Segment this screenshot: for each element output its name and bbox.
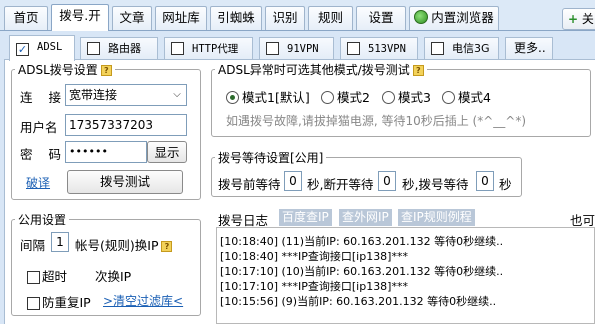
mode4-label: 模式4 [458, 90, 491, 105]
password-label: 密 码 [20, 147, 67, 162]
interval-suffix-text: 帐号(规则)换IP [75, 238, 159, 253]
help-icon[interactable]: ? [161, 241, 173, 252]
dial-log-box[interactable]: [10:18:40] (11)当前IP: 60.163.201.132 等待0秒… [216, 227, 595, 324]
subtab-513vpn-label: 513VPN [368, 43, 406, 55]
help-icon[interactable]: ? [100, 65, 112, 76]
log-line: [10:17:10] ***IP查询接口[ip138]*** [220, 280, 408, 293]
subtab-91vpn[interactable]: 91VPN [259, 37, 334, 60]
subtab-telecom3g[interactable]: 电信3G [424, 37, 499, 60]
dial-wait-label: 秒,拨号等待 [402, 177, 469, 192]
password-input[interactable]: •••••• [65, 141, 147, 163]
tab-recognize[interactable]: 识别 [265, 6, 305, 30]
subtab-router-label: 路由器 [108, 42, 141, 55]
show-password-button[interactable]: 显示 [147, 141, 187, 163]
subtab-http-proxy[interactable]: HTTP代理 [164, 37, 253, 60]
disconnect-wait-label: 秒,断开等待 [307, 177, 374, 192]
telecom3g-checkbox[interactable] [431, 42, 444, 55]
mode3-radio[interactable]: 模式3 [382, 87, 431, 106]
subtab-more[interactable]: 更多.. [505, 37, 553, 60]
subtab-router[interactable]: 路由器 [80, 37, 158, 60]
tab-home[interactable]: 首页 [4, 6, 48, 30]
513vpn-checkbox[interactable] [347, 42, 360, 55]
radio-icon[interactable] [321, 91, 334, 104]
91vpn-checkbox[interactable] [266, 42, 279, 55]
connect-label: 连 接 [20, 90, 67, 105]
mode-tab-bar: ✓ ADSL 路由器 HTTP代理 91VPN 513VPN 电信3G 更多.. [0, 31, 595, 61]
dedupe-ip-label: 防重复IP [42, 295, 91, 310]
tab-article[interactable]: 文章 [112, 6, 152, 30]
tab-spider[interactable]: 引蜘蛛 [210, 6, 262, 30]
subtab-adsl-label: ADSL [37, 41, 63, 53]
timeout-checkbox[interactable] [27, 271, 40, 284]
reset-hint: 如遇拨号故障,请拔掉猫电源, 等待10秒后插上 (*^__^*) [226, 114, 527, 128]
log-line: [10:15:56] (9)当前IP: 60.163.201.132 等待0秒继… [220, 295, 497, 308]
timeout-option[interactable]: 超时 [27, 266, 67, 285]
tab-dial[interactable]: 拨号.开 [51, 4, 109, 31]
subtab-http-label: HTTP代理 [192, 43, 239, 55]
dial-wait-input[interactable]: 0 [476, 171, 494, 191]
tab-rules[interactable]: 规则 [308, 6, 353, 30]
tab-browser-label: 内置浏览器 [431, 10, 494, 25]
dial-wait-title: 拨号等待设置[公用] [215, 149, 327, 166]
top-tab-bar: 首页 拨号.开 文章 网址库 引蜘蛛 识别 规则 设置 内置浏览器 + 关 [0, 0, 595, 31]
plus-icon: + [568, 12, 579, 26]
tab-browser[interactable]: 内置浏览器 [409, 6, 499, 30]
subtab-513vpn[interactable]: 513VPN [340, 37, 418, 60]
abnormal-title-text: ADSL异常时可选其他模式/拨号测试 [218, 63, 410, 77]
radio-icon[interactable] [382, 91, 395, 104]
username-input[interactable]: 17357337203 [65, 114, 187, 136]
adsl-checkbox[interactable]: ✓ [16, 43, 29, 56]
mode1-radio[interactable]: 模式1[默认] [226, 87, 310, 106]
disconnect-wait-input[interactable]: 0 [378, 171, 396, 191]
radio-icon[interactable] [442, 91, 455, 104]
ip-rule-example-link[interactable]: 查IP规则例程 [398, 209, 475, 226]
adsl-title-text: ADSL拨号设置 [18, 63, 98, 77]
before-wait-label: 拨号前等待 [218, 177, 281, 192]
interval-suffix: 帐号(规则)换IP? [75, 235, 173, 254]
subtab-91vpn-label: 91VPN [287, 43, 319, 55]
mode1-label: 模式1[默认] [242, 90, 310, 105]
connection-value: 宽带连接 [69, 88, 118, 102]
mode2-label: 模式2 [337, 90, 370, 105]
dial-wait-unit: 秒 [499, 177, 512, 192]
subtab-telecom-label: 电信3G [452, 42, 490, 55]
help-icon[interactable]: ? [412, 65, 424, 76]
subtab-adsl[interactable]: ✓ ADSL [9, 35, 75, 61]
mode2-radio[interactable]: 模式2 [321, 87, 370, 106]
dedupe-ip-option[interactable]: 防重复IP [27, 292, 91, 311]
router-checkbox[interactable] [87, 42, 100, 55]
tab-url-library[interactable]: 网址库 [155, 6, 207, 30]
before-wait-input[interactable]: 0 [284, 171, 302, 191]
close-button[interactable]: + 关 [562, 8, 595, 30]
mode4-radio[interactable]: 模式4 [442, 87, 491, 106]
interval-input[interactable]: 1 [51, 232, 69, 252]
baidu-ip-link[interactable]: 百度查IP [279, 209, 332, 226]
external-ip-link[interactable]: 查外网IP [339, 209, 392, 226]
radio-selected-icon[interactable] [226, 91, 239, 104]
username-label: 用户名 [20, 120, 58, 135]
tab-settings[interactable]: 设置 [356, 6, 406, 30]
timeout-label: 超时 [42, 269, 68, 284]
crack-link[interactable]: 破译 [26, 174, 50, 191]
clear-filter-link[interactable]: >清空过滤库< [103, 292, 183, 309]
change-ip-label: 次换IP [95, 269, 132, 284]
mode3-label: 模式3 [398, 90, 431, 105]
log-line: [10:18:40] ***IP查询接口[ip138]*** [220, 250, 408, 263]
log-line: [10:17:10] (10)当前IP: 60.163.201.132 等待0秒… [220, 265, 504, 278]
chevron-down-icon[interactable]: ⌵ [169, 86, 185, 104]
browser-icon [414, 10, 429, 24]
abnormal-mode-title: ADSL异常时可选其他模式/拨号测试? [215, 61, 427, 78]
dial-test-button[interactable]: 拨号测试 [67, 170, 183, 194]
interval-label: 间隔 [20, 238, 46, 253]
close-label: 关 [581, 12, 594, 26]
adsl-settings-title: ADSL拨号设置? [15, 61, 115, 78]
log-line: [10:18:40] (11)当前IP: 60.163.201.132 等待0秒… [220, 235, 504, 248]
connection-select[interactable]: 宽带连接 ⌵ [65, 84, 187, 106]
dedupe-ip-checkbox[interactable] [27, 297, 40, 310]
http-proxy-checkbox[interactable] [171, 42, 184, 55]
public-settings-title: 公用设置 [15, 211, 70, 228]
